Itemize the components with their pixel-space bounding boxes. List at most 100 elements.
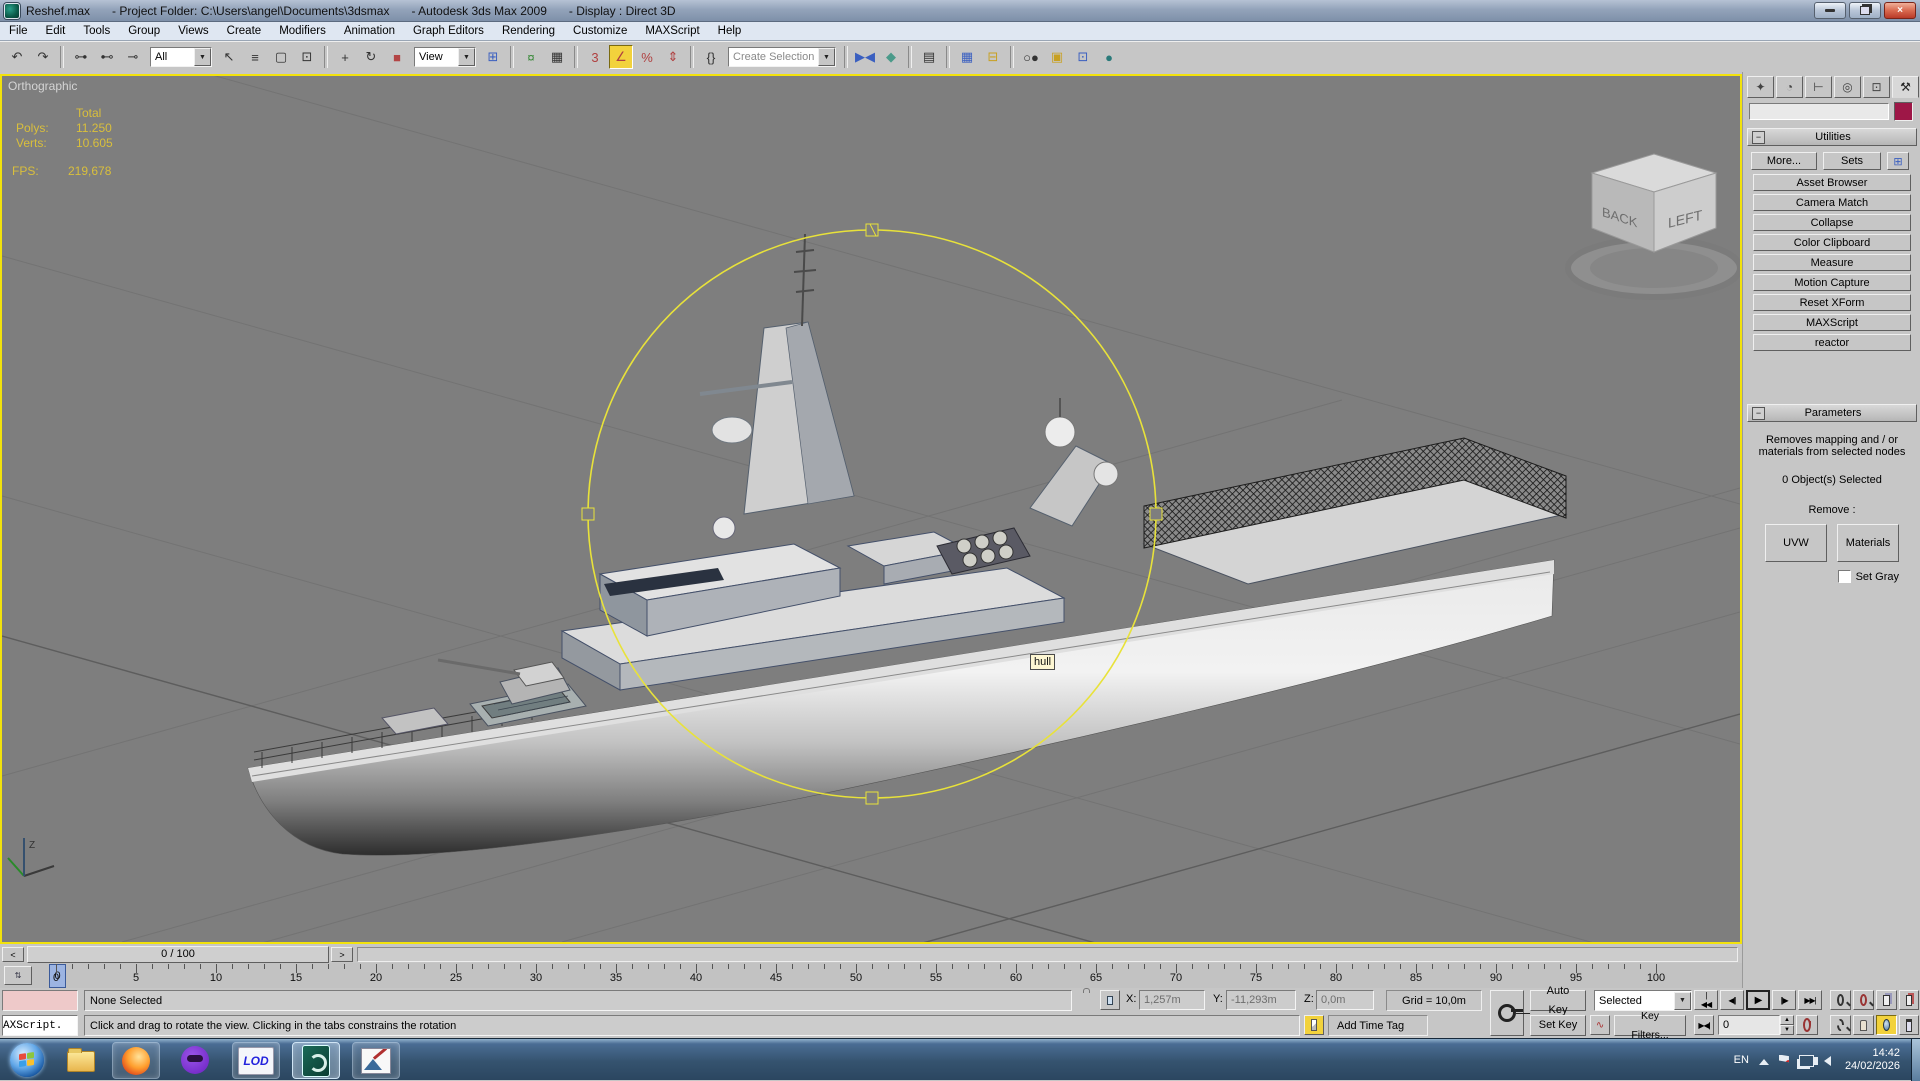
language-indicator[interactable]: EN: [1734, 1054, 1749, 1066]
network-icon[interactable]: [1799, 1055, 1814, 1067]
menu-group[interactable]: Group: [119, 22, 169, 40]
close-button[interactable]: ×: [1884, 2, 1916, 19]
menu-customize[interactable]: Customize: [564, 22, 636, 40]
object-name-field[interactable]: [1749, 103, 1889, 120]
angle-snap-toggle-icon[interactable]: ∠: [609, 45, 633, 69]
layer-manager-icon[interactable]: ▤: [917, 45, 941, 69]
zoom-extents-all-icon[interactable]: [1899, 990, 1919, 1010]
previous-frame-button[interactable]: ◀||: [1720, 990, 1744, 1010]
track-bar-ruler[interactable]: 0 05101520253035404550556065707580859095…: [40, 963, 1740, 988]
remove-uvw-button[interactable]: UVW: [1765, 524, 1827, 562]
play-button[interactable]: ▶: [1746, 990, 1770, 1010]
track-bar[interactable]: ⇅ 0 051015202530354045505560657075808590…: [0, 963, 1742, 989]
next-frame-arrow[interactable]: >: [331, 947, 353, 962]
go-to-start-button[interactable]: |◀◀: [1694, 990, 1718, 1010]
select-object-icon[interactable]: ↖: [217, 45, 241, 69]
z-coord-field[interactable]: 0,0m: [1316, 990, 1374, 1010]
show-hidden-icons-icon[interactable]: [1759, 1059, 1769, 1065]
tab-modify[interactable]: ◔: [1776, 76, 1803, 98]
collapse-button[interactable]: Collapse: [1753, 214, 1911, 231]
reference-coordinate-dropdown[interactable]: View▼: [414, 47, 476, 67]
zoom-region-icon[interactable]: [1830, 1015, 1851, 1035]
utilities-config-icon[interactable]: ⊞: [1887, 152, 1909, 170]
maxscript-mini-listener-input[interactable]: AXScript.: [2, 1015, 78, 1036]
percent-snap-toggle-icon[interactable]: %: [635, 45, 659, 69]
menu-create[interactable]: Create: [218, 22, 271, 40]
minimize-button[interactable]: [1814, 2, 1846, 19]
mirror-icon[interactable]: ▶◀: [853, 45, 877, 69]
quick-render-icon[interactable]: ●: [1097, 45, 1121, 69]
next-frame-button[interactable]: ||▶: [1772, 990, 1796, 1010]
auto-key-button[interactable]: Auto Key: [1530, 990, 1586, 1011]
window-crossing-icon[interactable]: ⊡: [295, 45, 319, 69]
menu-modifiers[interactable]: Modifiers: [270, 22, 335, 40]
volume-icon[interactable]: [1824, 1056, 1831, 1066]
taskbar-3dsmax-button[interactable]: [292, 1042, 340, 1079]
maxscript-mini-listener-pink[interactable]: [2, 990, 78, 1011]
time-configuration-icon[interactable]: [1796, 1015, 1818, 1035]
absolute-mode-toggle[interactable]: [1100, 990, 1120, 1010]
selection-filter-dropdown[interactable]: All▼: [150, 47, 212, 67]
reset-xform-button[interactable]: Reset XForm: [1753, 294, 1911, 311]
go-to-end-button[interactable]: ▶▶|: [1798, 990, 1822, 1010]
zoom-extents-icon[interactable]: [1876, 990, 1897, 1010]
motion-capture-button[interactable]: Motion Capture: [1753, 274, 1911, 291]
color-clipboard-button[interactable]: Color Clipboard: [1753, 234, 1911, 251]
render-setup-icon[interactable]: ▣: [1045, 45, 1069, 69]
viewport-orthographic[interactable]: BACK LEFT Z Orthographic Total Polys: 11…: [0, 74, 1742, 944]
select-and-rotate-icon[interactable]: ↻: [359, 45, 383, 69]
taskbar-firefox-button[interactable]: [112, 1042, 160, 1079]
sets-button[interactable]: Sets: [1823, 152, 1881, 170]
taskbar-explorer-button[interactable]: [58, 1042, 104, 1077]
spinner-snap-toggle-icon[interactable]: ⇕: [661, 45, 685, 69]
rendered-frame-window-icon[interactable]: ⊡: [1071, 45, 1095, 69]
menu-views[interactable]: Views: [169, 22, 217, 40]
menu-help[interactable]: Help: [709, 22, 751, 40]
key-filters-button[interactable]: Key Filters...: [1614, 1015, 1686, 1036]
taskbar-clock[interactable]: 14:42 24/02/2026: [1845, 1047, 1900, 1073]
bind-to-space-warp-icon[interactable]: ⊸: [121, 45, 145, 69]
time-slider-handle[interactable]: 0 / 100: [27, 946, 329, 963]
named-selection-set-dropdown[interactable]: Create Selection Set▼: [728, 47, 836, 67]
utilities-rollout-header[interactable]: − Utilities: [1747, 128, 1917, 146]
align-icon[interactable]: ◆: [879, 45, 903, 69]
tab-utilities[interactable]: ⚒: [1892, 76, 1919, 98]
restore-button[interactable]: [1849, 2, 1881, 19]
chevron-down-icon[interactable]: ▼: [458, 48, 475, 66]
time-slider-track[interactable]: [357, 947, 1738, 962]
menu-maxscript[interactable]: MAXScript: [636, 22, 708, 40]
maximize-viewport-toggle-icon[interactable]: [1899, 1015, 1919, 1035]
frame-spinner[interactable]: ▲▼: [1780, 1015, 1791, 1035]
object-color-swatch[interactable]: [1894, 102, 1913, 121]
arc-rotate-icon[interactable]: [1876, 1015, 1897, 1035]
menu-rendering[interactable]: Rendering: [493, 22, 564, 40]
tab-create[interactable]: ✦: [1747, 76, 1774, 98]
select-by-name-icon[interactable]: ≡: [243, 45, 267, 69]
set-gray-checkbox[interactable]: [1838, 570, 1851, 583]
menu-edit[interactable]: Edit: [37, 22, 75, 40]
chevron-down-icon[interactable]: ▼: [818, 48, 835, 66]
asset-browser-button[interactable]: Asset Browser: [1753, 174, 1911, 191]
measure-button[interactable]: Measure: [1753, 254, 1911, 271]
set-key-button[interactable]: Set Key: [1530, 1015, 1586, 1036]
y-coord-field[interactable]: -11,293m: [1226, 990, 1296, 1010]
menu-graph-editors[interactable]: Graph Editors: [404, 22, 493, 40]
redo-icon[interactable]: ↷: [31, 45, 55, 69]
add-time-tag-button[interactable]: Add Time Tag: [1328, 1015, 1428, 1036]
show-desktop-button[interactable]: [1911, 1039, 1920, 1081]
snaps-toggle-icon[interactable]: 3: [583, 45, 607, 69]
x-coord-field[interactable]: 1,257m: [1139, 990, 1205, 1010]
rectangular-selection-region-icon[interactable]: ▢: [269, 45, 293, 69]
unlink-selection-icon[interactable]: ⊷: [95, 45, 119, 69]
menu-file[interactable]: File: [0, 22, 37, 40]
select-and-link-icon[interactable]: ⊶: [69, 45, 93, 69]
camera-match-button[interactable]: Camera Match: [1753, 194, 1911, 211]
action-center-icon[interactable]: [1779, 1055, 1789, 1066]
maxscript-button[interactable]: MAXScript: [1753, 314, 1911, 331]
edit-named-selection-sets-icon[interactable]: {}: [699, 45, 723, 69]
curve-editor-icon[interactable]: ▦: [955, 45, 979, 69]
isolate-selection-icon[interactable]: [1304, 1015, 1324, 1035]
tab-display[interactable]: ⊡: [1863, 76, 1890, 98]
pan-hand-icon[interactable]: [1853, 1015, 1874, 1035]
select-and-scale-icon[interactable]: ■: [385, 45, 409, 69]
